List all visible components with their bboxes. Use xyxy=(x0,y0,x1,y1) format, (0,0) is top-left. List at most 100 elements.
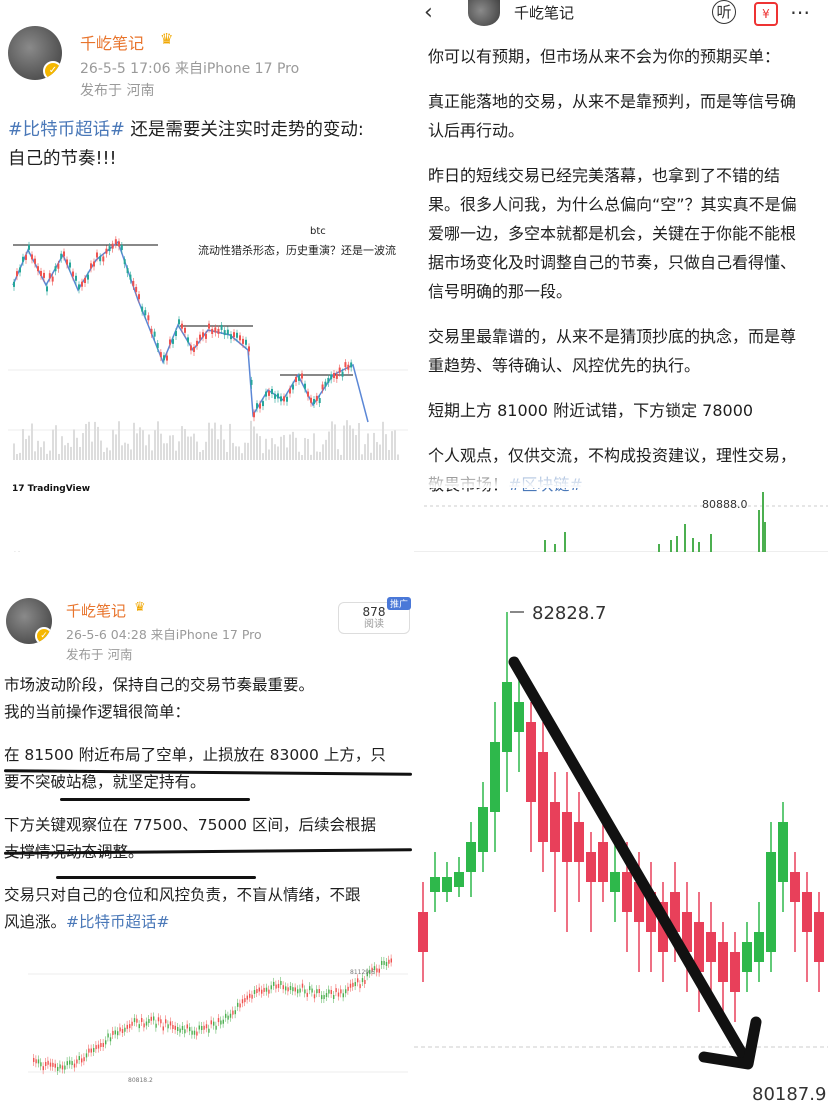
volume-bar xyxy=(684,524,686,552)
hashtag-link[interactable]: #比特币超话# xyxy=(8,120,125,140)
candle xyxy=(814,912,824,962)
candle xyxy=(315,395,318,401)
candle xyxy=(282,985,284,990)
candle xyxy=(210,1020,212,1025)
volume-bar xyxy=(710,534,712,552)
red-packet-icon[interactable]: ¥ xyxy=(754,2,778,26)
volume-bar xyxy=(304,437,306,460)
candle xyxy=(187,337,189,343)
volume-bar xyxy=(61,436,63,460)
post-time-source: 26-5-5 17:06 来自iPhone 17 Pro xyxy=(80,61,300,77)
candle xyxy=(217,1018,220,1023)
volume-bar xyxy=(22,429,24,460)
candle xyxy=(61,1065,64,1070)
candle xyxy=(766,852,776,952)
author-name[interactable]: 千屹笔记 xyxy=(514,2,574,23)
candle xyxy=(208,1028,210,1033)
volume-bar xyxy=(145,445,147,460)
candle xyxy=(538,752,548,842)
candle xyxy=(347,364,350,370)
candle xyxy=(42,1066,44,1071)
candle xyxy=(114,239,117,245)
candle xyxy=(102,1042,104,1047)
author-name[interactable]: 千屹笔记 xyxy=(80,30,144,54)
listen-icon[interactable]: 听 xyxy=(712,0,736,24)
volume-bar xyxy=(34,451,36,460)
avatar[interactable]: ✓ xyxy=(8,26,62,80)
candle xyxy=(165,1019,167,1024)
avatar[interactable]: ✓ xyxy=(6,598,52,644)
high-price-label: 82828.7 xyxy=(532,603,606,624)
candle xyxy=(330,989,332,994)
candle xyxy=(286,396,288,402)
volume-bar xyxy=(85,423,87,460)
handdrawn-underline xyxy=(56,876,256,879)
paragraph: 交易里最靠谱的，从来不是猜顶抄底的执念，而是尊重趋势、等待确认、风控优先的执行。 xyxy=(428,327,797,375)
candle xyxy=(347,986,349,991)
volume-bar xyxy=(190,436,192,460)
volume-bar xyxy=(40,447,42,460)
candle xyxy=(313,399,315,405)
volume-bar xyxy=(349,425,351,460)
volume-bar xyxy=(79,446,81,460)
candle xyxy=(283,396,285,402)
candle xyxy=(256,989,258,994)
volume-bar xyxy=(358,423,360,460)
volume-bar xyxy=(340,454,342,460)
candle xyxy=(78,1056,80,1061)
candle xyxy=(201,1025,203,1030)
candle xyxy=(430,877,440,892)
volume-bar xyxy=(76,437,78,460)
candle xyxy=(285,986,287,991)
candle xyxy=(81,281,83,287)
volume-bar xyxy=(28,435,30,460)
volume-bar xyxy=(244,442,246,460)
candle xyxy=(132,280,135,286)
volume-bar xyxy=(286,447,288,460)
candle xyxy=(251,994,253,999)
volume-bar xyxy=(58,453,60,460)
candle xyxy=(388,959,390,964)
candle xyxy=(155,1023,157,1028)
volume-bar xyxy=(692,538,694,552)
back-icon[interactable]: ‹ xyxy=(424,0,433,25)
candle xyxy=(196,1031,198,1036)
candle xyxy=(13,281,15,287)
avatar[interactable] xyxy=(468,0,500,26)
volume-bar xyxy=(115,434,117,460)
candle xyxy=(52,1062,54,1067)
paragraph: 你可以有预期，但市场从来不会为你的预期买单： xyxy=(428,47,781,66)
candle xyxy=(40,1062,42,1067)
candle xyxy=(172,338,174,344)
volume-bar xyxy=(319,451,321,460)
candle xyxy=(133,1018,136,1023)
candle xyxy=(34,258,36,264)
volume-bar xyxy=(670,540,672,552)
mini-chart: 80888.0 xyxy=(414,492,828,552)
candle xyxy=(321,995,323,1000)
candle xyxy=(383,960,385,965)
volume-bar xyxy=(103,451,105,460)
candle xyxy=(33,1057,35,1062)
volume-bar xyxy=(157,421,159,460)
candle xyxy=(57,263,60,269)
candle xyxy=(190,345,192,351)
candle xyxy=(84,278,86,284)
candle xyxy=(234,1010,236,1015)
candle xyxy=(193,1030,196,1035)
volume-bar xyxy=(758,510,760,552)
paragraph: 昨日的短线交易已经完美落幕，也拿到了不错的结果。很多人问我，为什么总偏向“空”？… xyxy=(428,166,797,301)
candle xyxy=(25,254,27,260)
volume-bar xyxy=(211,428,213,460)
volume-bar xyxy=(70,446,72,460)
volume-bar xyxy=(205,441,207,460)
author-name[interactable]: 千屹笔记 xyxy=(66,600,126,621)
volume-bar xyxy=(292,431,294,460)
volume-bar xyxy=(235,446,237,460)
read-count-box[interactable]: 878 阅读 推广 xyxy=(338,597,411,634)
candle xyxy=(96,252,98,258)
more-icon[interactable]: ⋯ xyxy=(790,0,810,24)
candle xyxy=(141,1017,143,1022)
candle xyxy=(598,842,608,882)
hashtag-link[interactable]: #比特币超话# xyxy=(66,913,169,931)
